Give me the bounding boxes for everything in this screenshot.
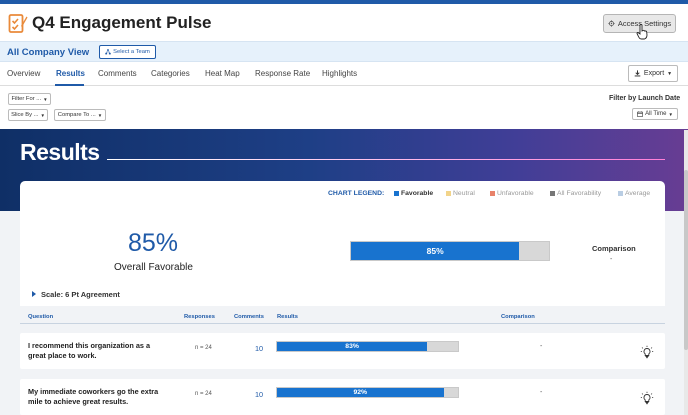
launch-date-dropdown[interactable]: All Time ▼ xyxy=(632,108,678,120)
gear-icon xyxy=(608,20,615,27)
favorable-fill: 83% xyxy=(277,342,428,351)
org-chart-icon xyxy=(105,49,111,55)
legend-label: All Favorability xyxy=(557,190,602,197)
select-team-button[interactable]: Select a Team xyxy=(99,45,156,59)
overall-favorable-bar: 85% xyxy=(350,241,550,261)
question-row[interactable]: My immediate coworkers go the extra mile… xyxy=(20,379,665,415)
tab-overview[interactable]: Overview xyxy=(7,69,40,78)
filter-for-dropdown[interactable]: Filter For ... ▼ xyxy=(8,93,51,105)
comments-link[interactable]: 10 xyxy=(255,390,263,399)
chevron-down-icon: ▼ xyxy=(668,111,673,117)
tab-highlights[interactable]: Highlights xyxy=(322,69,357,78)
lightbulb-icon[interactable] xyxy=(640,345,654,359)
legend-swatch xyxy=(446,191,451,196)
tab-response-rate[interactable]: Response Rate xyxy=(255,69,310,78)
legend-label: Unfavorable xyxy=(497,190,534,197)
overall-favorable-percent: 85% xyxy=(128,229,179,257)
export-label: Export xyxy=(643,70,665,77)
question-row[interactable]: I recommend this organization as a great… xyxy=(20,333,665,369)
lightbulb-icon[interactable] xyxy=(640,391,654,405)
legend-item-neutral: Neutral xyxy=(446,190,475,197)
column-header-question[interactable]: Question xyxy=(28,314,53,320)
launch-date-value: All Time xyxy=(645,111,667,117)
response-count: n = 24 xyxy=(195,345,212,351)
tab-bar: Overview Results Comments Categories Hea… xyxy=(0,62,688,86)
banner-title: Results xyxy=(20,139,100,165)
mouse-pointer-hand-icon xyxy=(636,24,648,40)
legend-label: Neutral xyxy=(453,190,475,197)
favorability-bar: 92% xyxy=(276,387,459,398)
column-header-responses[interactable]: Responses xyxy=(184,314,215,320)
favorable-fill: 85% xyxy=(351,242,520,260)
legend-item-average: Average xyxy=(618,190,650,197)
view-name: All Company View xyxy=(7,47,90,58)
comparison-value: - xyxy=(540,343,543,350)
active-tab-indicator xyxy=(55,84,84,86)
legend-swatch xyxy=(550,191,555,196)
slice-by-dropdown[interactable]: Slice By ... ▼ xyxy=(8,109,48,121)
legend-title: CHART LEGEND: xyxy=(328,190,385,197)
filter-for-label: Filter For ... xyxy=(11,96,42,102)
view-bar: All Company View Select a Team xyxy=(0,41,688,62)
banner-divider xyxy=(107,159,665,160)
legend-label: Average xyxy=(625,190,651,197)
comparison-label: Comparison xyxy=(592,244,636,253)
question-text: I recommend this organization as a great… xyxy=(28,341,151,360)
chevron-down-icon: ▼ xyxy=(43,96,48,102)
question-text: My immediate coworkers go the extra mile… xyxy=(28,387,159,406)
overall-favorable-label: Overall Favorable xyxy=(114,262,193,273)
comparison-value: - xyxy=(610,256,613,263)
legend-item-unfavorable: Unfavorable xyxy=(490,190,534,197)
tab-results[interactable]: Results xyxy=(56,69,85,78)
legend-swatch xyxy=(618,191,623,196)
scrollbar-thumb[interactable] xyxy=(684,170,688,350)
select-team-label: Select a Team xyxy=(113,49,150,55)
tab-comments[interactable]: Comments xyxy=(98,69,137,78)
column-header-results[interactable]: Results xyxy=(277,314,298,320)
comparison-value: - xyxy=(540,389,543,396)
legend-item-all-favorability: All Favorability xyxy=(550,190,601,197)
filter-bar xyxy=(0,87,688,129)
launch-date-label: Filter by Launch Date xyxy=(609,95,681,102)
legend-swatch xyxy=(490,191,495,196)
chevron-down-icon: ▼ xyxy=(667,70,673,77)
export-button[interactable]: Export ▼ xyxy=(628,65,678,82)
favorability-bar: 83% xyxy=(276,341,459,352)
column-header-divider xyxy=(20,323,665,324)
legend-swatch xyxy=(394,191,399,196)
tab-categories[interactable]: Categories xyxy=(151,69,190,78)
compare-to-dropdown[interactable]: Compare To ... ▼ xyxy=(54,109,106,121)
app-header: Q4 Engagement Pulse Access Settings xyxy=(0,4,688,41)
tab-heat-map[interactable]: Heat Map xyxy=(205,69,240,78)
response-count: n = 24 xyxy=(195,391,212,397)
scale-toggle[interactable]: Scale: 6 Pt Agreement xyxy=(20,282,665,306)
page-title: Q4 Engagement Pulse xyxy=(32,13,212,32)
chevron-down-icon: ▼ xyxy=(40,112,45,118)
summary-card: 85% Overall Favorable 85% Comparison - xyxy=(20,207,665,282)
download-icon xyxy=(634,70,641,77)
legend-item-favorable: Favorable xyxy=(394,190,433,197)
compare-to-label: Compare To ... xyxy=(57,112,96,118)
scale-label: Scale: 6 Pt Agreement xyxy=(41,290,120,299)
legend-label: Favorable xyxy=(401,190,434,197)
column-header-comparison[interactable]: Comparison xyxy=(501,314,535,320)
column-header-comments[interactable]: Comments xyxy=(234,314,264,320)
chevron-down-icon: ▼ xyxy=(97,112,103,118)
comments-link[interactable]: 10 xyxy=(255,344,263,353)
favorable-fill: 92% xyxy=(277,388,444,397)
chart-legend: CHART LEGEND: Favorable Neutral Unfavora… xyxy=(20,181,665,207)
caret-right-icon xyxy=(32,291,36,297)
calendar-icon xyxy=(637,111,643,117)
slice-by-label: Slice By ... xyxy=(11,112,39,118)
survey-logo-icon xyxy=(8,14,28,33)
